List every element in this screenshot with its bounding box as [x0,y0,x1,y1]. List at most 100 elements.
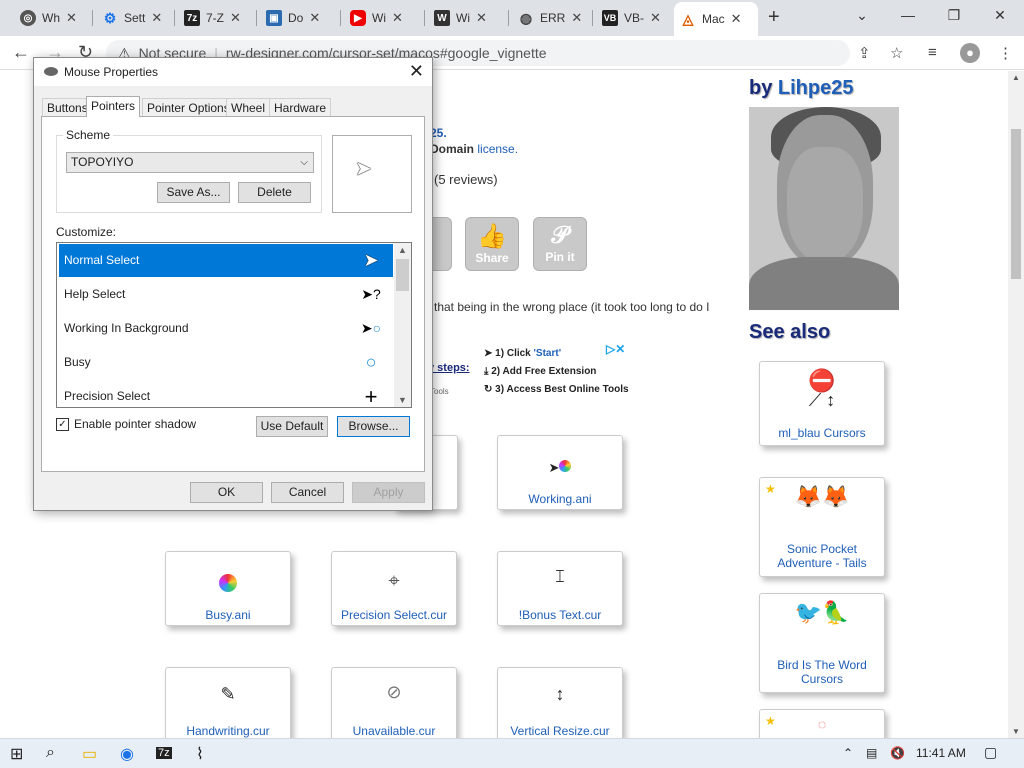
cancel-button[interactable]: Cancel [271,482,344,503]
close-icon[interactable]: ✕ [571,10,582,26]
scroll-up-icon[interactable]: ▲ [398,245,407,255]
pointer-item-busy[interactable]: Busy ○ [59,346,393,379]
tab-error[interactable]: ◍ ERR ✕ [512,4,588,32]
menu-dots-icon[interactable]: ⋮ [998,44,1013,62]
enable-pointer-shadow-checkbox[interactable]: ✓ Enable pointer shadow [56,417,196,431]
ok-button[interactable]: OK [190,482,263,503]
mouse-icon [44,67,58,76]
close-icon[interactable]: ✕ [731,11,742,27]
close-icon[interactable]: ✕ [309,10,320,26]
cursor-card-busy[interactable]: Busy.ani [165,551,291,626]
download-icon: ▣ [266,10,282,26]
restore-icon[interactable]: ❐ [934,4,974,26]
unavailable-icon: ⊘ [386,682,402,702]
close-icon[interactable]: ✕ [151,10,162,26]
media-queue-icon[interactable]: ≡ [928,44,937,61]
comment-text: that being in the wrong place (it took t… [434,300,710,314]
tab-macos-active[interactable]: ◬ Mac ✕ [674,2,758,36]
cursor-card-text[interactable]: 𝙸 !Bonus Text.cur [497,551,623,626]
list-scroll-thumb[interactable] [396,259,409,291]
cursor-card-vertical-resize[interactable]: ↕ Vertical Resize.cur [497,667,623,738]
notifications-icon[interactable]: ▢ [984,744,997,761]
dialog-close-icon[interactable]: ✕ [409,61,424,82]
7zip-icon[interactable]: 7z [156,747,172,759]
license-link[interactable]: license. [477,142,518,156]
adchoices-icon[interactable]: ▷✕ [606,342,625,356]
author-avatar[interactable] [749,107,899,310]
tab-hardware[interactable]: Hardware [269,98,332,116]
cursor-card-unavailable[interactable]: ⊘ Unavailable.cur [331,667,457,738]
see-also-bird-word[interactable]: 🐦🦜 Bird Is The Word Cursors [759,593,885,693]
author-heading: by Lihpe25 [749,77,854,99]
minimize-icon[interactable]: — [888,4,928,26]
cursor-card-handwriting[interactable]: ✎ Handwriting.cur [165,667,291,738]
license-prefix: Domain [430,142,475,156]
close-icon[interactable]: ✕ [476,10,487,26]
scroll-up-icon[interactable]: ▲ [1012,73,1020,82]
page-scrollbar[interactable]: ▲ ▼ [1008,71,1024,738]
delete-button[interactable]: Delete [238,182,311,203]
list-scrollbar[interactable]: ▲ ▼ [394,243,411,407]
close-icon[interactable]: ✕ [66,10,77,26]
share-icon[interactable]: ⇪ [858,44,871,62]
tab-7zip[interactable]: 7z 7-Z ✕ [178,4,247,32]
pin-it-button[interactable]: 𝒫 Pin it [533,217,587,271]
pointers-panel: Scheme TOPOYIYO ⌵ Save As... Delete ➤ Cu… [41,116,425,472]
tab-wheel[interactable]: Wheel [226,98,271,116]
profile-avatar-icon[interactable]: ● [960,43,980,63]
tab-search-chevron-icon[interactable]: ⌄ [842,4,882,26]
ad-banner[interactable]: y steps: Tools ▷✕ ➤ 1) Click 'Start' ⤓ 2… [428,342,638,402]
tab-settings[interactable]: ⚙ Sett ✕ [96,4,168,32]
gear-icon: ⚙ [103,9,117,26]
scroll-down-icon[interactable]: ▼ [398,395,407,405]
tab-whatsapp[interactable]: ◎ Wh ✕ [14,4,83,32]
chrome-icon[interactable]: ◉ [120,744,134,764]
clock[interactable]: 11:41 AM [916,746,966,760]
windows-start-icon[interactable]: ⊞ [10,744,23,764]
new-tab-button[interactable]: + [768,6,780,29]
search-icon[interactable]: ⌕ [46,744,55,762]
use-default-button[interactable]: Use Default [256,416,328,437]
paperclip-icon[interactable]: ⌇ [196,744,204,764]
reviews-count[interactable]: (5 reviews) [434,172,498,187]
cursor-card-precision[interactable]: ⌖ Precision Select.cur [331,551,457,626]
browse-button[interactable]: Browse... [337,416,410,437]
chevron-up-icon[interactable]: ⌃ [843,746,853,760]
volume-muted-icon[interactable]: 🔇 [890,746,905,760]
pointer-item-help-select[interactable]: Help Select ➤? [59,278,393,311]
tab-youtube[interactable]: ▶ Wi ✕ [344,4,409,32]
cursor-card-working[interactable]: ➤ Working.ani [497,435,623,510]
close-icon[interactable]: ✕ [650,10,661,26]
apply-button[interactable]: Apply [352,482,425,503]
pointer-item-working-background[interactable]: Working In Background ➤○ [59,312,393,345]
pointer-item-precision-select[interactable]: Precision Select + [59,380,393,407]
share-button[interactable]: 👍 Share [465,217,519,271]
close-icon[interactable]: ✕ [230,10,241,26]
network-icon[interactable]: ▤ [866,746,877,760]
see-also-ml-blau[interactable]: ⛔ ⟋ ↕ ml_blau Cursors [759,361,885,446]
tab-pointer-options[interactable]: Pointer Options [142,98,235,116]
rw-designer-icon: ◬ [682,10,694,27]
scroll-down-icon[interactable]: ▼ [1012,727,1020,736]
text-beam-icon: 𝙸 [553,566,567,586]
pointer-item-normal-select[interactable]: Normal Select ➤ [59,244,393,277]
close-icon[interactable]: ✕ [392,10,403,26]
scheme-select[interactable]: TOPOYIYO ⌵ [66,152,314,173]
file-explorer-icon[interactable]: ▭ [82,744,97,764]
see-also-sonic-tails[interactable]: ★ 🦊🦊 Sonic Pocket Adventure - Tails [759,477,885,577]
see-also-partial[interactable]: ★ ◌ [759,709,885,738]
window-close-icon[interactable]: ✕ [980,4,1020,26]
bookmark-star-icon[interactable]: ☆ [890,44,903,62]
back-arrow-icon[interactable]: ← [12,42,30,63]
tab-pointers[interactable]: Pointers [86,96,141,117]
arrow-cursor-icon: ➤ [355,158,372,180]
tab-wikipedia[interactable]: W Wi ✕ [428,4,493,32]
pointer-list[interactable]: Normal Select ➤ Help Select ➤? Working I… [56,242,412,408]
save-as-button[interactable]: Save As... [157,182,230,203]
tab-download[interactable]: ▣ Do ✕ [260,4,326,32]
thumbs-up-icon: 👍 [477,223,507,250]
tab-vb[interactable]: VB VB- ✕ [596,4,667,32]
scroll-thumb[interactable] [1011,129,1021,279]
author-link[interactable]: Lihpe25 [778,77,854,99]
dialog-title-bar[interactable]: Mouse Properties ✕ [34,58,432,86]
